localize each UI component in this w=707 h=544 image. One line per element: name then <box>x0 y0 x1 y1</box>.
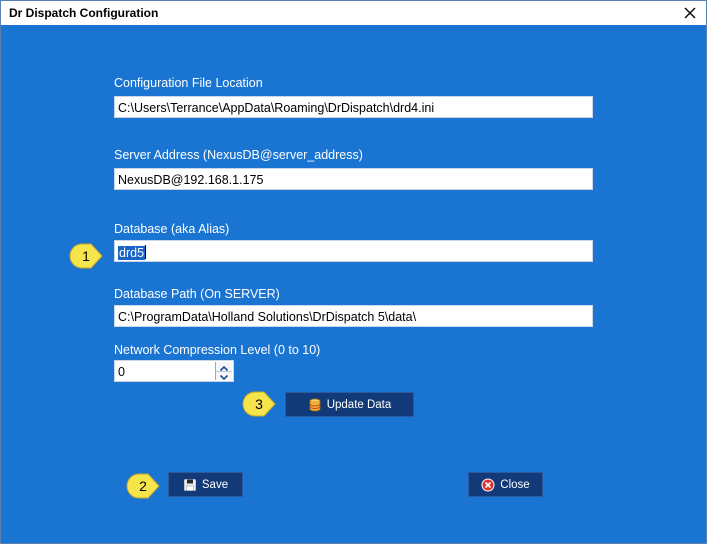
database-path-label: Database Path (On SERVER) <box>114 287 280 301</box>
selected-text: drd5 <box>118 246 146 260</box>
compression-label: Network Compression Level (0 to 10) <box>114 343 321 357</box>
save-label: Save <box>201 478 229 491</box>
callout-3: 3 <box>242 391 276 417</box>
update-data-button[interactable]: Update Data <box>285 392 414 417</box>
close-button[interactable]: Close <box>468 472 543 497</box>
save-button[interactable]: Save <box>168 472 243 497</box>
text-caret <box>145 245 147 259</box>
title-bar: Dr Dispatch Configuration <box>1 1 706 25</box>
close-icon <box>684 7 696 19</box>
window-title: Dr Dispatch Configuration <box>9 6 159 20</box>
update-data-label: Update Data <box>326 398 392 411</box>
compression-value: 0 <box>118 365 125 379</box>
stepper-buttons <box>215 362 232 381</box>
database-input[interactable]: drd5 <box>114 240 593 262</box>
floppy-disk-icon <box>183 478 196 491</box>
database-path-input[interactable]: C:\ProgramData\Holland Solutions\DrDispa… <box>114 305 593 327</box>
callout-3-number: 3 <box>255 396 263 412</box>
callout-2: 2 <box>126 473 160 499</box>
stepper-down-button[interactable] <box>216 371 232 381</box>
close-circle-icon <box>481 478 495 491</box>
window-close-button[interactable] <box>680 3 700 23</box>
config-dialog: Dr Dispatch Configuration Configuration … <box>0 0 707 544</box>
config-file-input[interactable]: C:\Users\Terrance\AppData\Roaming\DrDisp… <box>114 96 593 118</box>
callout-2-number: 2 <box>139 478 147 494</box>
database-label: Database (aka Alias) <box>114 222 230 236</box>
chevron-down-icon <box>219 374 229 381</box>
close-label: Close <box>500 478 530 491</box>
callout-1: 1 <box>69 243 103 269</box>
server-address-label: Server Address (NexusDB@server_address) <box>114 148 363 162</box>
config-file-label: Configuration File Location <box>114 76 263 90</box>
database-icon <box>309 398 321 411</box>
server-address-input[interactable]: NexusDB@192.168.1.175 <box>114 168 593 190</box>
callout-1-number: 1 <box>82 248 90 264</box>
compression-stepper[interactable]: 0 <box>114 360 234 382</box>
